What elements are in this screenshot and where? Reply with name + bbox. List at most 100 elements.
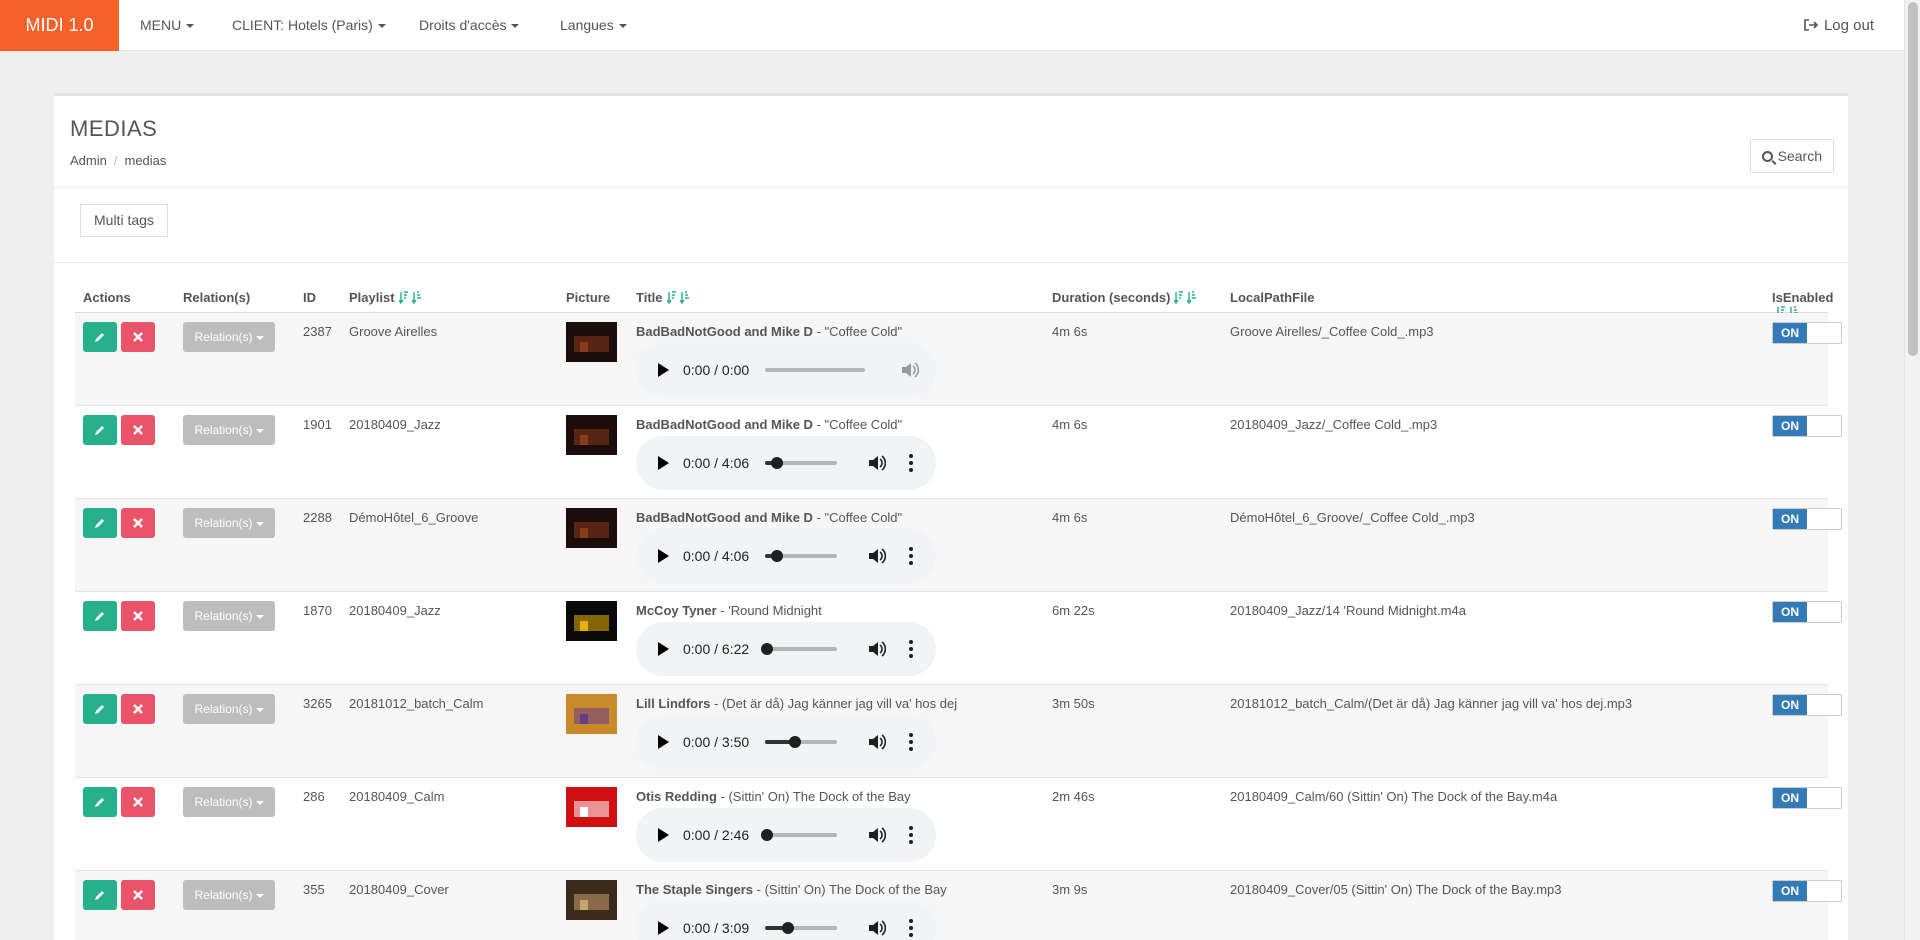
isenabled-toggle[interactable]: ON xyxy=(1772,694,1842,716)
player-seek-knob[interactable] xyxy=(782,922,794,934)
breadcrumb-separator: / xyxy=(113,153,118,168)
isenabled-toggle[interactable]: ON xyxy=(1772,415,1842,437)
player-seekbar[interactable] xyxy=(765,740,837,744)
audio-player: 0:00 / 6:22 xyxy=(636,622,936,676)
delete-button[interactable] xyxy=(121,322,155,352)
volume-icon[interactable] xyxy=(866,825,886,845)
search-icon xyxy=(1761,151,1773,162)
delete-button[interactable] xyxy=(121,694,155,724)
more-options-icon[interactable] xyxy=(909,454,913,475)
multi-tags-button[interactable]: Multi tags xyxy=(80,204,168,237)
edit-button[interactable] xyxy=(83,601,117,631)
player-seek-knob[interactable] xyxy=(789,736,801,748)
edit-button[interactable] xyxy=(83,880,117,910)
media-track: - "Coffee Cold" xyxy=(812,324,903,339)
relations-dropdown-button[interactable]: Relation(s) xyxy=(183,787,275,817)
relations-dropdown-button[interactable]: Relation(s) xyxy=(183,508,275,538)
close-icon xyxy=(133,890,143,900)
page-scrollbar[interactable] xyxy=(1904,0,1920,940)
delete-button[interactable] xyxy=(121,880,155,910)
album-cover-image xyxy=(566,508,617,548)
play-icon[interactable] xyxy=(658,363,669,377)
album-cover-image xyxy=(566,415,617,455)
player-seek-knob[interactable] xyxy=(771,457,783,469)
sort-desc-icon[interactable] xyxy=(679,291,689,304)
play-icon[interactable] xyxy=(658,921,669,935)
volume-icon[interactable] xyxy=(866,546,886,566)
close-icon xyxy=(133,704,143,714)
volume-icon[interactable] xyxy=(866,453,886,473)
sort-asc-icon[interactable] xyxy=(666,291,676,304)
access-rights-dropdown[interactable]: Droits d'accès xyxy=(419,0,520,51)
media-track: - (Sittin' On) The Dock of the Bay xyxy=(716,789,911,804)
client-dropdown[interactable]: CLIENT: Hotels (Paris) xyxy=(232,0,386,51)
sort-desc-icon[interactable] xyxy=(411,291,421,304)
media-duration: 4m 6s xyxy=(1052,510,1088,525)
caret-down-icon xyxy=(255,521,264,526)
more-options-icon[interactable] xyxy=(909,826,913,847)
player-seekbar[interactable] xyxy=(765,647,837,651)
player-seekbar[interactable] xyxy=(765,926,837,930)
isenabled-toggle[interactable]: ON xyxy=(1772,508,1842,530)
player-seek-knob[interactable] xyxy=(761,829,773,841)
menu-dropdown[interactable]: MENU xyxy=(140,0,195,51)
play-icon[interactable] xyxy=(658,828,669,842)
more-options-icon[interactable] xyxy=(909,919,913,940)
audio-player: 0:00 / 0:00 xyxy=(636,343,936,397)
pencil-icon xyxy=(95,891,104,900)
player-seekbar[interactable] xyxy=(765,833,837,837)
scrollbar-thumb[interactable] xyxy=(1908,2,1918,356)
breadcrumb-admin[interactable]: Admin xyxy=(70,153,107,168)
isenabled-toggle[interactable]: ON xyxy=(1772,880,1842,902)
delete-button[interactable] xyxy=(121,415,155,445)
edit-button[interactable] xyxy=(83,322,117,352)
volume-icon[interactable] xyxy=(866,918,886,938)
edit-button[interactable] xyxy=(83,694,117,724)
isenabled-toggle[interactable]: ON xyxy=(1772,787,1842,809)
delete-button[interactable] xyxy=(121,508,155,538)
relations-dropdown-button[interactable]: Relation(s) xyxy=(183,694,275,724)
logout-link[interactable]: Log out xyxy=(1804,0,1874,51)
edit-button[interactable] xyxy=(83,787,117,817)
volume-icon[interactable] xyxy=(899,360,919,380)
brand-logo[interactable]: MIDI 1.0 xyxy=(0,0,119,51)
caret-down-icon xyxy=(255,893,264,898)
play-icon[interactable] xyxy=(658,456,669,470)
player-seekbar[interactable] xyxy=(765,368,865,372)
close-icon xyxy=(133,425,143,435)
relations-dropdown-button[interactable]: Relation(s) xyxy=(183,880,275,910)
toggle-on-label: ON xyxy=(1773,881,1807,901)
player-seek-knob[interactable] xyxy=(761,643,773,655)
sort-desc-icon[interactable] xyxy=(1187,291,1197,304)
client-dropdown-label: CLIENT: Hotels (Paris) xyxy=(232,17,373,33)
play-icon[interactable] xyxy=(658,549,669,563)
media-playlist: 20180409_Jazz xyxy=(349,417,441,432)
media-localpath: 20181012_batch_Calm/(Det är då) Jag känn… xyxy=(1230,696,1633,711)
media-localpath: DémoHôtel_6_Groove/_Coffee Cold_.mp3 xyxy=(1230,510,1475,525)
sort-asc-icon[interactable] xyxy=(1174,291,1184,304)
sort-asc-icon[interactable] xyxy=(398,291,408,304)
play-icon[interactable] xyxy=(658,642,669,656)
edit-button[interactable] xyxy=(83,508,117,538)
relations-dropdown-button[interactable]: Relation(s) xyxy=(183,322,275,352)
media-playlist: 20180409_Cover xyxy=(349,882,449,897)
more-options-icon[interactable] xyxy=(909,640,913,661)
edit-button[interactable] xyxy=(83,415,117,445)
media-duration: 4m 6s xyxy=(1052,417,1088,432)
search-button[interactable]: Search xyxy=(1749,139,1834,173)
volume-icon[interactable] xyxy=(866,732,886,752)
volume-icon[interactable] xyxy=(866,639,886,659)
media-artist: The Staple Singers xyxy=(636,882,754,897)
delete-button[interactable] xyxy=(121,601,155,631)
isenabled-toggle[interactable]: ON xyxy=(1772,322,1842,344)
player-seek-knob[interactable] xyxy=(771,550,783,562)
more-options-icon[interactable] xyxy=(909,547,913,568)
relations-dropdown-button[interactable]: Relation(s) xyxy=(183,415,275,445)
languages-dropdown[interactable]: Langues xyxy=(560,0,627,51)
play-icon[interactable] xyxy=(658,735,669,749)
delete-button[interactable] xyxy=(121,787,155,817)
relations-dropdown-button[interactable]: Relation(s) xyxy=(183,601,275,631)
more-options-icon[interactable] xyxy=(909,733,913,754)
audio-player: 0:00 / 4:06 xyxy=(636,529,936,583)
isenabled-toggle[interactable]: ON xyxy=(1772,601,1842,623)
